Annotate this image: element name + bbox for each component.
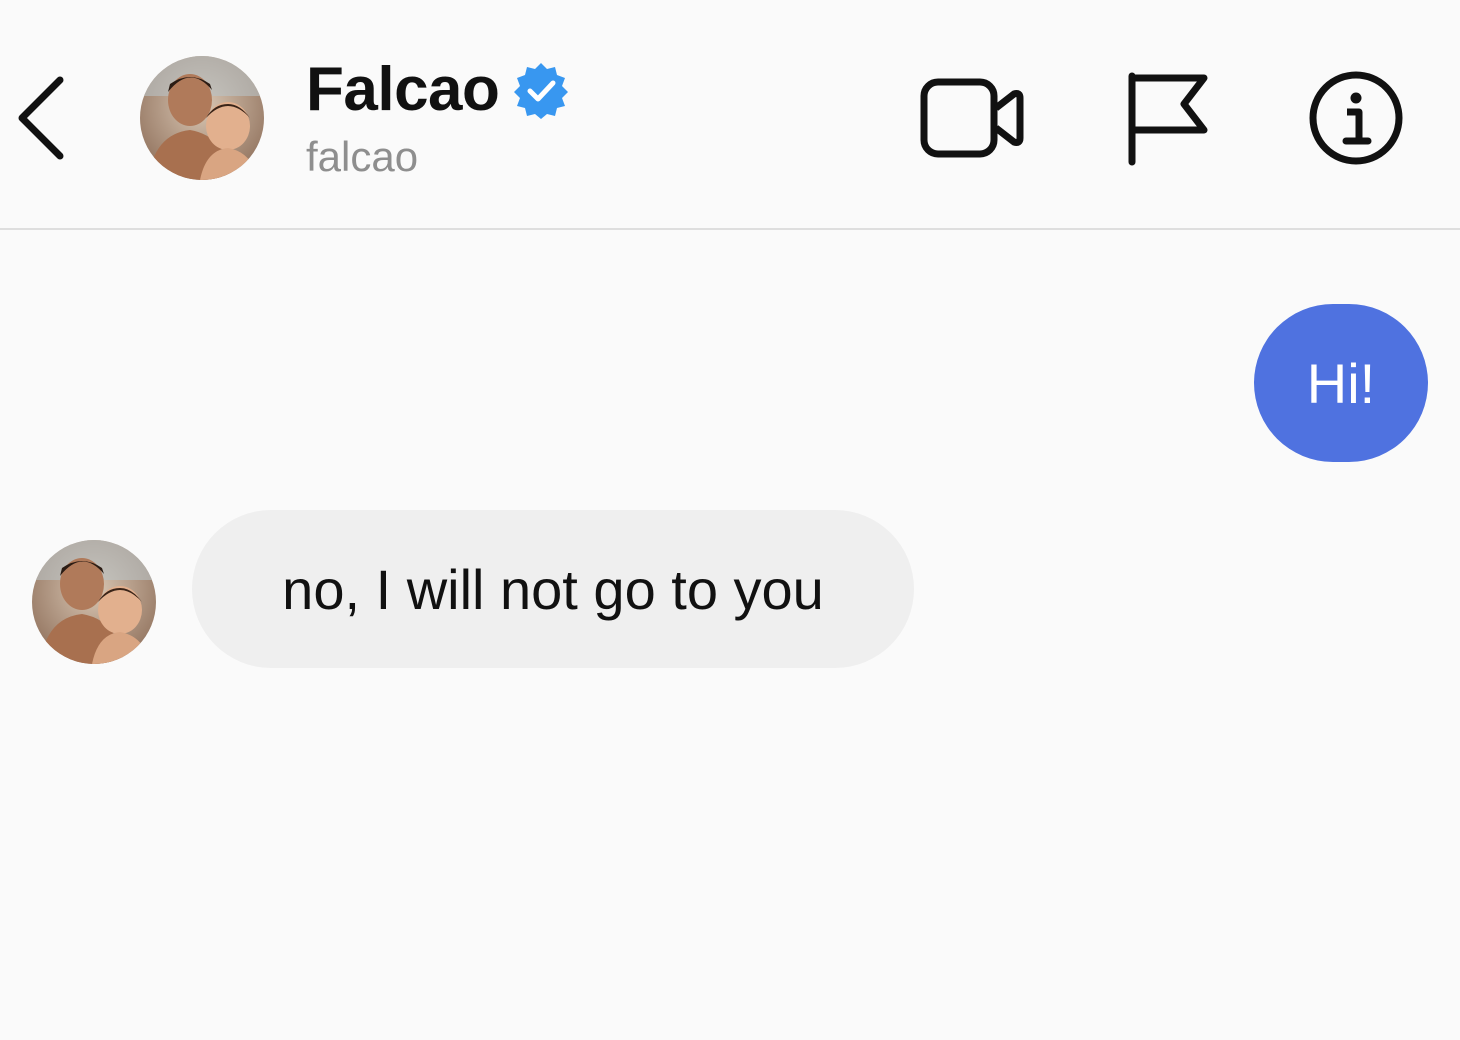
chevron-left-icon <box>18 76 64 160</box>
info-icon <box>1309 71 1403 165</box>
avatar[interactable] <box>32 540 156 664</box>
outgoing-message-bubble[interactable]: Hi! <box>1254 304 1428 462</box>
display-name-row: Falcao <box>306 48 726 132</box>
chat-header: Falcao falcao <box>0 0 1460 230</box>
contact-identity[interactable]: Falcao falcao <box>306 48 726 182</box>
contact-username: falcao <box>306 133 419 180</box>
message-thread[interactable]: Hi! no, I will not go to you <box>0 230 1460 1040</box>
profile-photo <box>140 56 264 180</box>
back-button[interactable] <box>10 70 74 166</box>
contact-display-name: Falcao <box>306 55 500 124</box>
avatar[interactable] <box>140 56 264 180</box>
flag-icon <box>1128 72 1208 166</box>
incoming-message-bubble[interactable]: no, I will not go to you <box>192 510 914 668</box>
video-camera-icon <box>920 78 1024 158</box>
report-button[interactable] <box>1118 66 1214 170</box>
conversation-info-button[interactable] <box>1304 66 1408 170</box>
profile-photo <box>32 540 156 664</box>
verified-check-icon <box>511 60 571 120</box>
direct-message-screen: Falcao falcao Hi! no, I will not go to y… <box>0 0 1460 1040</box>
video-call-button[interactable] <box>916 70 1026 166</box>
